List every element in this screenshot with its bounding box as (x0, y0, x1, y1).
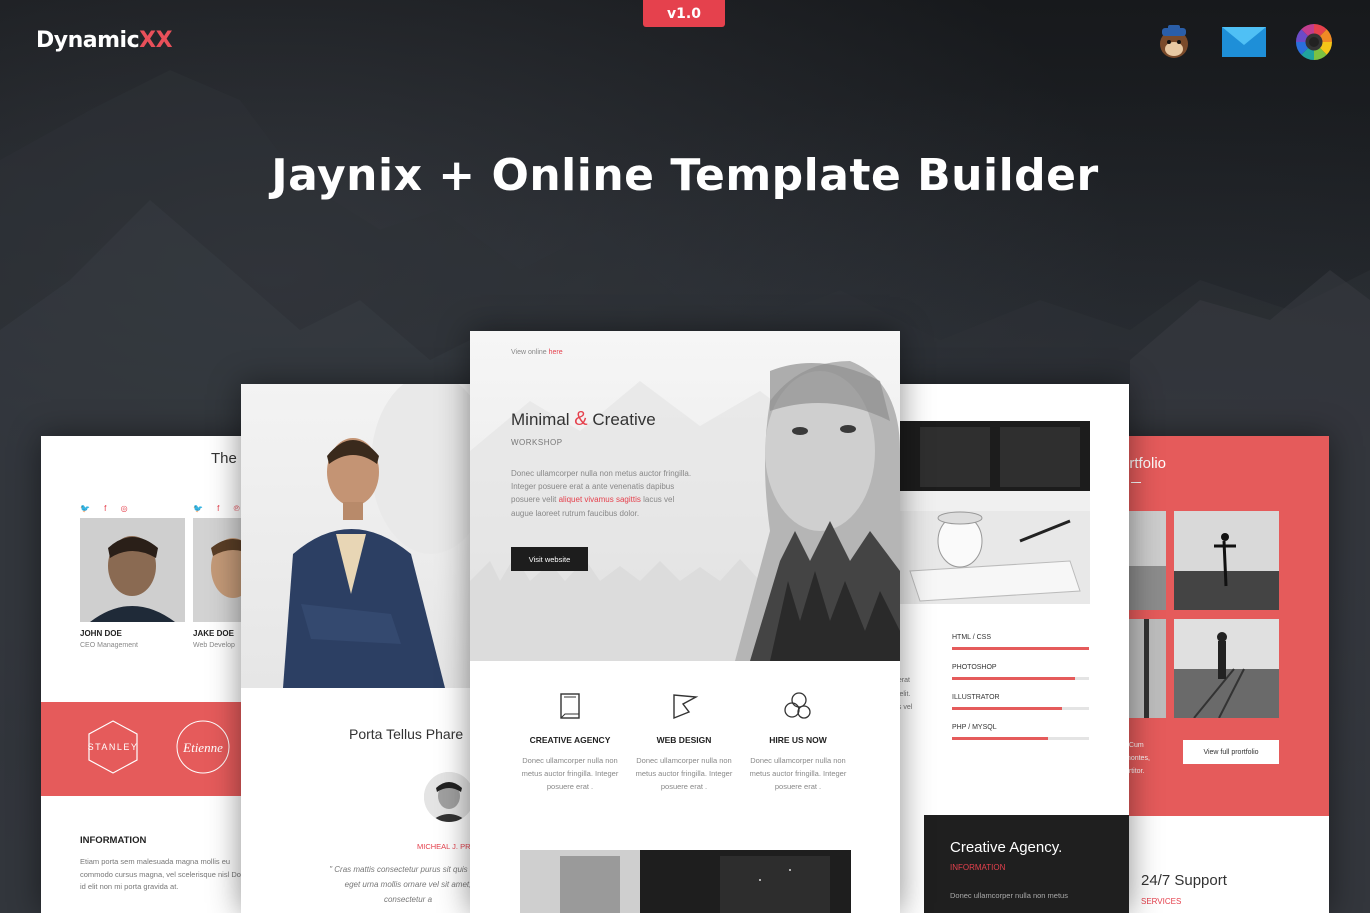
portfolio-image[interactable] (1129, 619, 1166, 718)
stanley-logo-text: STANLEY (88, 742, 139, 752)
template-preview-team[interactable]: The 🐦 f ◎ 🐦 f ℗ JOHN DOE CEO Management … (41, 436, 271, 913)
author-signature: MICHEAL J. PR (417, 842, 471, 851)
author-avatar (424, 772, 474, 822)
agency-text: Donec ullamcorper nulla non metus (950, 891, 1068, 900)
portfolio-image[interactable] (1129, 511, 1166, 610)
hero-title-a: Minimal (511, 410, 570, 429)
social-icons: 🐦 f ℗ (193, 504, 246, 513)
feature-text: Donec ullamcorper nulla non metus auctor… (749, 756, 847, 791)
portfolio-image[interactable] (1174, 511, 1279, 610)
feature-web-design: WEB DESIGN Donec ullamcorper nulla non m… (629, 689, 739, 793)
skill-bar (952, 677, 1076, 680)
info-text: Etiam porta sem malesuada magna mollis e… (80, 857, 253, 891)
support-title: 24/7 Support (1141, 872, 1227, 889)
etienne-logo-text: Etienne (182, 740, 223, 755)
profile-title: Porta Tellus Phare (349, 726, 464, 742)
main-hero: View online here Minimal & Creative WORK… (470, 331, 900, 661)
flag-icon (629, 689, 739, 723)
portfolio-image[interactable] (1174, 619, 1279, 718)
integration-icons (1152, 20, 1336, 64)
skill-item: PHOTOSHOP (952, 664, 1089, 680)
version-badge: v1.0 (643, 0, 725, 27)
view-online-link[interactable]: here (549, 349, 563, 356)
brand-suffix: XX (139, 28, 173, 53)
hero-title-b: Creative (592, 410, 656, 429)
hero-title: Minimal & Creative (511, 408, 656, 431)
feature-title: WEB DESIGN (656, 735, 712, 745)
template-preview-skills[interactable]: ı erat c elit. us vel HTML / CSSPHOTOSHO… (880, 384, 1129, 913)
template-preview-main[interactable]: View online here Minimal & Creative WORK… (470, 331, 900, 913)
document-icon (515, 689, 625, 723)
profile-hero (241, 384, 491, 688)
skill-bar (952, 647, 1089, 650)
stanley-logo: STANLEY (88, 720, 139, 774)
feature-title: CREATIVE AGENCY (529, 735, 611, 745)
skill-track (952, 647, 1089, 650)
skill-label: PHOTOSHOP (952, 664, 997, 671)
title-underline (1131, 482, 1141, 483)
feature-text: Donec ullamcorper nulla non metus auctor… (521, 756, 619, 791)
testimonial-quote: " Cras mattis consectetur purus sit quis… (329, 865, 487, 904)
bubbles-icon (743, 689, 853, 723)
hero-body-highlight: aliquet vivamus sagittis (558, 495, 641, 505)
skill-bar (952, 707, 1062, 710)
skill-track (952, 737, 1089, 740)
etienne-logo: Etienne (176, 720, 230, 774)
client-logos-band: STANLEY Etienne (41, 702, 271, 796)
view-online-label: View online (511, 349, 547, 356)
feature-title: HIRE US NOW (769, 735, 827, 745)
hero-subtitle: WORKSHOP (511, 438, 563, 447)
brand-logo[interactable]: DynamicXX (36, 28, 173, 53)
feature-hire-us: HIRE US NOW Donec ullamcorper nulla non … (743, 689, 853, 793)
skill-item: HTML / CSS (952, 634, 1089, 650)
hero-title-amp: & (574, 408, 588, 430)
view-online-text: View online here (511, 349, 563, 356)
template-preview-portfolio[interactable]: ortfolio . Cum montes, ortitor. View ful… (1109, 436, 1329, 913)
skill-bar (952, 737, 1048, 740)
member-name: JAKE DOE (193, 629, 234, 638)
feature-text: Donec ullamcorper nulla non metus auctor… (635, 756, 733, 791)
member-name: JOHN DOE (80, 629, 122, 638)
view-portfolio-button[interactable]: View full prortfolio (1183, 740, 1279, 764)
skill-track (952, 677, 1089, 680)
template-preview-profile[interactable]: Porta Tellus Phare MICHEAL J. PR " Cras … (241, 384, 491, 913)
skill-label: ILLUSTRATOR (952, 694, 1000, 701)
member-role: Web Develop (193, 642, 235, 649)
campaign-monitor-icon[interactable] (1222, 20, 1266, 64)
skill-label: PHP / MYSQL (952, 724, 997, 731)
info-heading: INFORMATION (80, 835, 147, 846)
agency-info-block: Creative Agency. INFORMATION Donec ullam… (924, 815, 1129, 913)
skill-item: PHP / MYSQL (952, 724, 1089, 740)
mailchimp-icon[interactable] (1152, 20, 1196, 64)
social-icons: 🐦 f ◎ (80, 504, 134, 513)
services-label: SERVICES (1141, 897, 1182, 906)
agency-title: Creative Agency. (950, 839, 1063, 856)
skill-label: HTML / CSS (952, 634, 992, 641)
page-headline: Jaynix + Online Template Builder (271, 150, 1099, 201)
hero-body: Donec ullamcorper nulla non metus auctor… (511, 467, 696, 520)
color-wheel-icon[interactable] (1292, 20, 1336, 64)
workspace-photo (520, 850, 851, 913)
skill-item: ILLUSTRATOR (952, 694, 1089, 710)
agency-subtitle: INFORMATION (950, 863, 1006, 872)
feature-creative-agency: CREATIVE AGENCY Donec ullamcorper nulla … (515, 689, 625, 793)
team-title: The (211, 450, 237, 467)
desk-photo (900, 421, 1090, 604)
member-role: CEO Management (80, 642, 138, 649)
visit-website-button[interactable]: Visit website (511, 547, 588, 571)
brand-name: Dynamic (36, 28, 140, 53)
team-photo (80, 518, 185, 622)
skill-track (952, 707, 1089, 710)
